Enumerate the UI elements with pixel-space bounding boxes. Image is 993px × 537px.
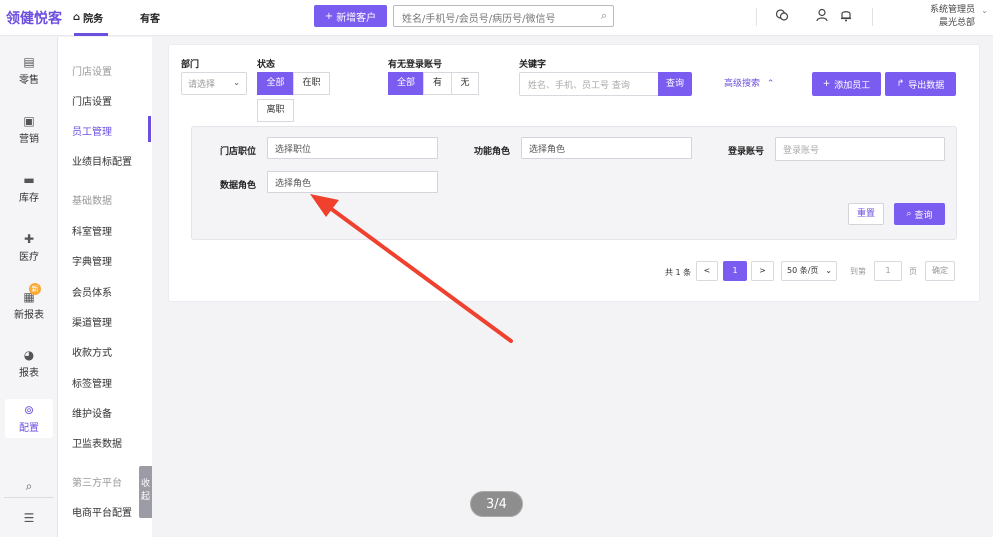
arrow-shaft [324, 203, 513, 343]
page-indicator: 3/4 [470, 491, 523, 517]
annotation-arrow [310, 194, 513, 343]
